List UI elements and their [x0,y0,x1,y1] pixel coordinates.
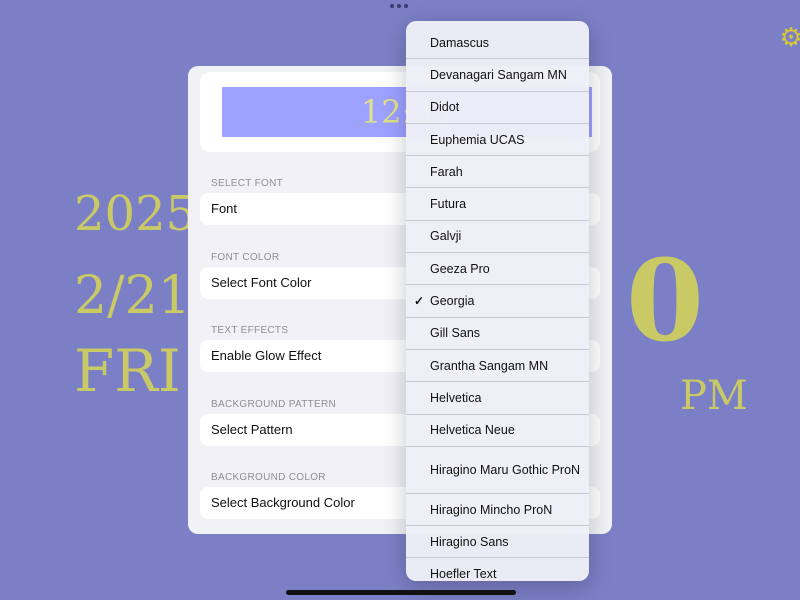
font-dropdown-menu[interactable]: Damascus Devanagari Sangam MN Didot Euphemi… [406,21,589,581]
glow-effect-row-label: Enable Glow Effect [211,348,322,363]
font-option-label: Hiragino Maru Gothic ProN [430,462,581,477]
section-header-text-effects: TEXT EFFECTS [211,325,289,336]
pattern-row-label: Select Pattern [211,422,293,437]
font-option-hiragino-mincho-pron[interactable]: Hiragino Mincho ProN [406,494,589,527]
font-option-label: Futura [430,197,467,212]
font-option-label: Geeza Pro [430,261,490,276]
font-option-label: Euphemia UCAS [430,132,525,147]
font-option-label: Gill Sans [430,326,481,341]
section-header-background-pattern: BACKGROUND PATTERN [211,399,337,410]
font-option-label: Helvetica Neue [430,423,515,438]
font-option-grantha-sangam-mn[interactable]: Grantha Sangam MN [406,350,589,383]
background-time: 0 [626,236,704,367]
font-option-gill-sans[interactable]: Gill Sans [406,318,589,350]
section-header-background-color: BACKGROUND COLOR [211,472,326,483]
font-option-georgia[interactable]: ✓ Georgia [406,285,589,318]
font-option-label: Galvji [430,229,462,244]
font-option-hiragino-maru-gothic-pron[interactable]: Hiragino Maru Gothic ProN [406,447,589,494]
font-option-didot[interactable]: Didot [406,92,589,124]
background-year: 2025 [74,186,197,242]
font-option-galvji[interactable]: Galvji [406,221,589,254]
section-header-font-color: FONT COLOR [211,252,280,263]
background-color-row-label: Select Background Color [211,495,355,510]
font-option-label: Farah [430,164,463,179]
font-option-label: Hoefler Text [430,567,497,581]
font-option-hiragino-sans[interactable]: Hiragino Sans [406,526,589,559]
font-option-geeza-pro[interactable]: Geeza Pro [406,253,589,286]
font-option-label: Devanagari Sangam MN [430,67,567,82]
font-option-devanagari-sangam-mn[interactable]: Devanagari Sangam MN [406,59,589,92]
section-header-select-font: SELECT FONT [211,178,284,189]
font-option-helvetica-neue[interactable]: Helvetica Neue [406,415,589,447]
font-option-euphemia-ucas[interactable]: Euphemia UCAS [406,124,589,157]
home-indicator[interactable] [286,590,516,595]
font-list: Damascus Devanagari Sangam MN Didot Euphemi… [406,27,589,581]
checkmark-icon: ✓ [414,294,425,309]
dot [390,4,394,8]
background-date: 2/21 [74,266,191,326]
dot [397,4,401,8]
background-ampm: PM [680,373,748,419]
font-row-label: Font [211,201,238,216]
font-option-label: Hiragino Mincho ProN [430,502,553,517]
font-option-futura[interactable]: Futura [406,188,589,221]
font-option-farah[interactable]: Farah [406,156,589,189]
font-option-label: Grantha Sangam MN [430,358,549,373]
font-option-label: Helvetica [430,390,482,405]
font-option-label: Damascus [430,35,490,50]
font-option-helvetica[interactable]: Helvetica [406,382,589,415]
font-option-label: Didot [430,100,460,115]
font-option-label: Georgia [430,294,475,309]
multitasking-handle[interactable] [390,4,408,8]
font-option-label: Hiragino Sans [430,534,509,549]
background-day: FRI [74,337,181,405]
gear-icon[interactable]: ⚙ [778,24,800,50]
font-option-damascus[interactable]: Damascus [406,27,589,60]
font-option-hoefler-text[interactable]: Hoefler Text [406,558,589,581]
dot [404,4,408,8]
font-color-row-label: Select Font Color [211,275,312,290]
